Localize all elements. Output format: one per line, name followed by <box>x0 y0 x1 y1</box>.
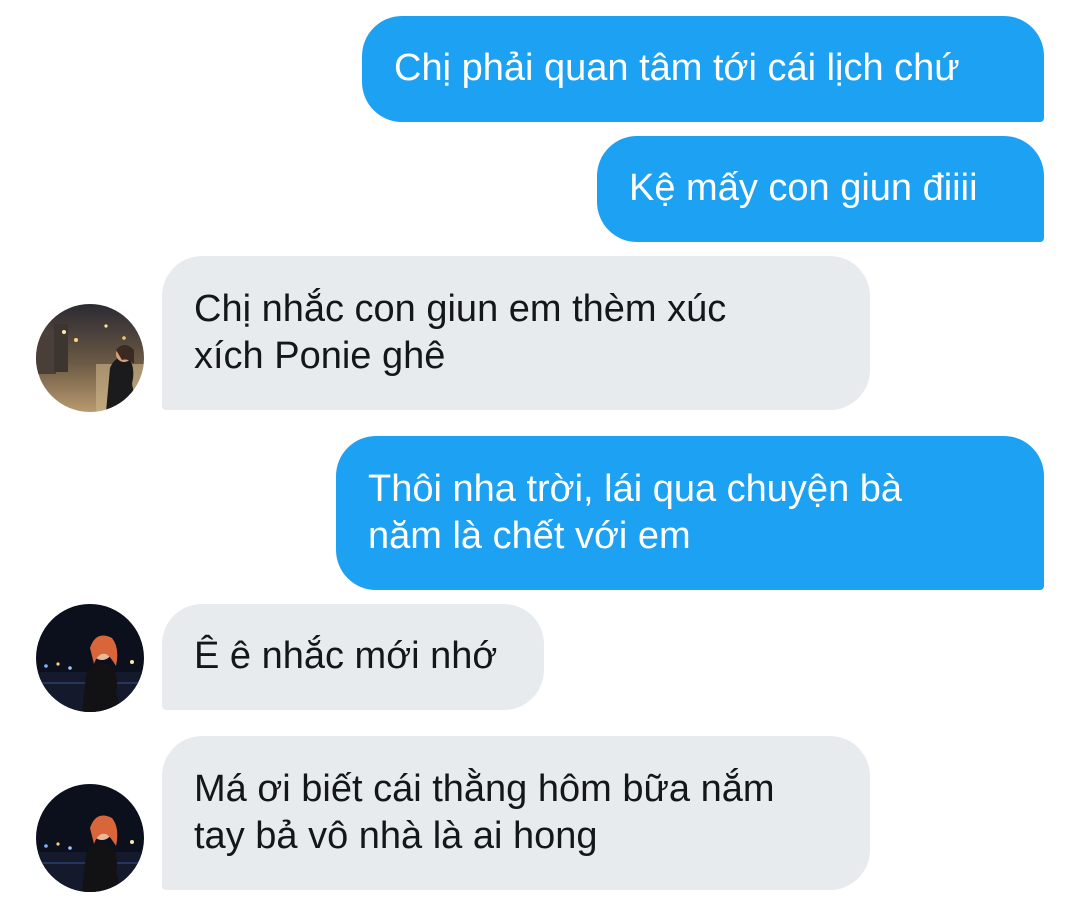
message-bubble-incoming[interactable]: Má ơi biết cái thằng hôm bữa nắm tay bả … <box>162 736 870 890</box>
message-text: tay bả vô nhà là ai hong <box>194 815 598 857</box>
message-text: năm là chết với em <box>368 515 691 557</box>
message-bubble-incoming[interactable]: Chị nhắc con giun em thèm xúc xích Ponie… <box>162 256 870 410</box>
message-text: Má ơi biết cái thằng hôm bữa nắm <box>194 768 775 810</box>
message-bubble-incoming[interactable]: Ê ê nhắc mới nhớ <box>162 604 544 710</box>
message-text: Chị phải quan tâm tới cái lịch chứ <box>394 47 960 89</box>
message-text: Ê ê nhắc mới nhớ <box>194 635 498 677</box>
user-avatar-icon[interactable] <box>36 784 144 892</box>
avatar-photo <box>36 304 144 412</box>
message-bubble-outgoing[interactable]: Thôi nha trời, lái qua chuyện bà năm là … <box>336 436 1044 590</box>
message-bubble-outgoing[interactable]: Kệ mấy con giun điiii <box>597 136 1044 242</box>
message-text: xích Ponie ghê <box>194 335 446 377</box>
message-bubble-outgoing[interactable]: Chị phải quan tâm tới cái lịch chứ <box>362 16 1044 122</box>
message-text: Chị nhắc con giun em thèm xúc <box>194 288 727 330</box>
avatar-photo <box>36 784 144 892</box>
message-text: Thôi nha trời, lái qua chuyện bà <box>368 468 903 510</box>
message-text: Kệ mấy con giun điiii <box>629 167 978 209</box>
user-avatar-icon[interactable] <box>36 604 144 712</box>
avatar-photo <box>36 604 144 712</box>
user-avatar-icon[interactable] <box>36 304 144 412</box>
